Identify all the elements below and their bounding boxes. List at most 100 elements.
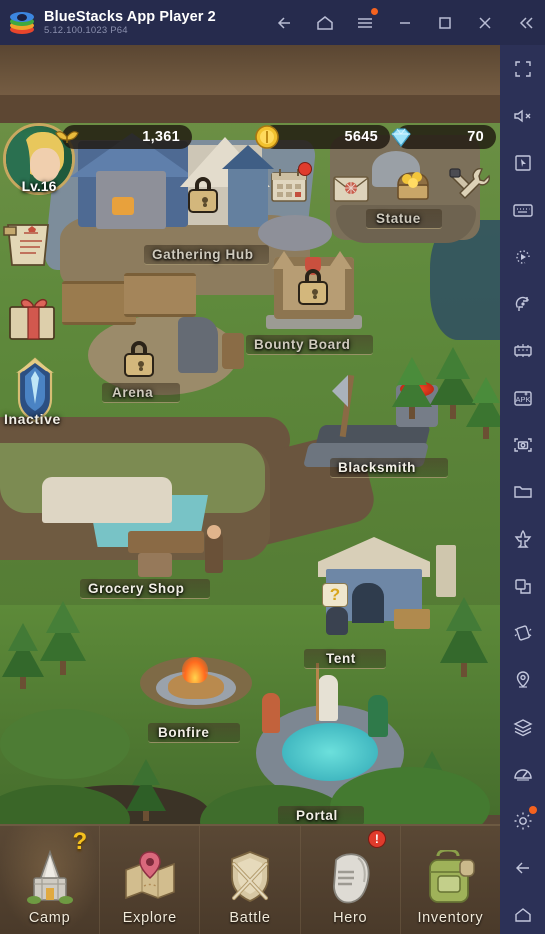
game-controls-button[interactable] xyxy=(500,139,545,186)
shake-button[interactable] xyxy=(500,609,545,656)
location-blacksmith[interactable]: Blacksmith xyxy=(338,460,416,475)
fullscreen-button[interactable] xyxy=(500,45,545,92)
android-back-button[interactable] xyxy=(500,844,545,891)
calendar-notification-badge xyxy=(298,162,312,176)
events-calendar-button[interactable] xyxy=(268,162,312,207)
nav-camp[interactable]: ? Camp xyxy=(0,826,101,934)
grocery-shop-vendor-head xyxy=(207,525,221,539)
location-gathering-hub[interactable]: Gathering Hub xyxy=(152,247,254,262)
location-grocery-shop[interactable]: Grocery Shop xyxy=(88,581,184,596)
grocery-shop-counter xyxy=(128,531,204,553)
village-tower xyxy=(228,163,268,227)
copy-paste-button[interactable] xyxy=(500,562,545,609)
camp-quest-badge: ? xyxy=(72,828,88,855)
android-home-button[interactable] xyxy=(500,891,545,934)
power-value: 1,361 xyxy=(142,129,180,145)
performance-button[interactable] xyxy=(500,750,545,797)
screenshot-button[interactable] xyxy=(500,421,545,468)
keymapping-button[interactable] xyxy=(500,186,545,233)
bottom-navigation: ? Camp Explore Battle ! Hero Inventory xyxy=(0,824,500,934)
location-portal[interactable]: Portal xyxy=(296,808,338,823)
macro-button[interactable] xyxy=(500,233,545,280)
bounty-board-pillar-left xyxy=(272,251,296,269)
arena-anvil-rock xyxy=(178,317,218,373)
home-button[interactable] xyxy=(305,0,345,45)
menu-button[interactable] xyxy=(345,0,385,45)
collapse-sidebar-button[interactable] xyxy=(505,0,545,45)
close-button[interactable] xyxy=(465,0,505,45)
tent-npc xyxy=(326,607,348,635)
location-tent[interactable]: Tent xyxy=(326,651,356,666)
eco-mode-button[interactable] xyxy=(500,515,545,562)
install-apk-button[interactable]: APK xyxy=(500,374,545,421)
tree-3 xyxy=(466,363,500,439)
portal-hero-warrior xyxy=(262,693,280,733)
nav-explore-label: Explore xyxy=(122,910,177,926)
arena-lock-icon xyxy=(124,341,154,377)
multi-instance-button[interactable] xyxy=(500,327,545,374)
knight-helmet-icon xyxy=(320,850,380,908)
title-bar-buttons xyxy=(265,0,545,45)
mail-button[interactable] xyxy=(330,167,372,209)
layers-button[interactable] xyxy=(500,703,545,750)
quest-scroll-button[interactable] xyxy=(2,221,62,271)
rotate-button[interactable] xyxy=(500,280,545,327)
camp-tower-icon xyxy=(20,849,80,908)
media-manager-button[interactable] xyxy=(500,468,545,515)
maximize-button[interactable] xyxy=(425,0,465,45)
gold-coin-icon xyxy=(255,125,279,149)
location-bounty-board[interactable]: Bounty Board xyxy=(254,337,350,352)
blue-gem-icon xyxy=(391,128,411,148)
arena-target-dummy xyxy=(222,333,244,369)
minimize-button[interactable] xyxy=(385,0,425,45)
blacksmith-axe-blade xyxy=(332,375,348,407)
grocery-shop-crate xyxy=(138,553,172,577)
gem-counter[interactable]: 70 xyxy=(391,125,496,149)
location-bonfire[interactable]: Bonfire xyxy=(158,725,209,740)
nav-hero[interactable]: ! Hero xyxy=(301,826,401,934)
power-wings-icon xyxy=(55,131,79,143)
tent-door xyxy=(352,583,384,623)
bounty-board-lock-icon xyxy=(298,269,328,305)
gift-box-button[interactable] xyxy=(4,287,64,343)
shield-swords-icon xyxy=(220,850,280,908)
nav-explore[interactable]: Explore xyxy=(100,826,201,934)
location-arena[interactable]: Arena xyxy=(112,385,153,400)
title-bar: BlueStacks App Player 2 5.12.100.1023 P6… xyxy=(0,0,545,45)
power-counter[interactable]: 1,361 xyxy=(55,125,192,149)
grocery-shop-tent-back xyxy=(42,477,172,523)
settings-tools-button[interactable] xyxy=(448,163,490,205)
village-window xyxy=(112,197,134,215)
nav-battle[interactable]: Battle xyxy=(200,826,301,934)
gold-counter[interactable]: 5645 xyxy=(255,125,390,149)
settings-button[interactable] xyxy=(500,797,545,844)
gathering-hub-lock-icon xyxy=(188,177,218,213)
game-viewport[interactable]: ? Gathering Hub Statue Bounty Board Aren… xyxy=(0,45,500,934)
gathering-hub-pad xyxy=(258,215,332,251)
avatar-face xyxy=(30,148,60,182)
portal-hero-mage-staff xyxy=(316,663,319,721)
bluestacks-sidebar: APK xyxy=(500,45,545,934)
location-statue[interactable]: Statue xyxy=(376,211,421,226)
nav-inventory-label: Inventory xyxy=(417,910,484,926)
location-button[interactable] xyxy=(500,656,545,703)
mute-button[interactable] xyxy=(500,92,545,139)
tent-quest-marker[interactable]: ? xyxy=(322,583,348,607)
portal-hero-mage xyxy=(318,675,338,721)
bounty-board-pillar-right xyxy=(328,251,352,269)
backpack-icon xyxy=(420,848,480,908)
bluestacks-window: BlueStacks App Player 2 5.12.100.1023 P6… xyxy=(0,0,545,934)
svg-text:APK: APK xyxy=(515,395,530,404)
bonfire-flame xyxy=(182,657,208,683)
bush-1 xyxy=(0,709,130,779)
back-button[interactable] xyxy=(265,0,305,45)
nav-inventory[interactable]: Inventory xyxy=(401,826,500,934)
tree-8 xyxy=(126,745,166,821)
tree-5 xyxy=(2,605,44,689)
nav-hero-label: Hero xyxy=(333,910,368,926)
rewards-chest-button[interactable] xyxy=(392,163,434,205)
tree-6 xyxy=(440,581,488,677)
relic-status-label: Inactive xyxy=(4,411,61,427)
bluestacks-logo-icon xyxy=(10,11,34,35)
tree-1 xyxy=(392,345,432,419)
